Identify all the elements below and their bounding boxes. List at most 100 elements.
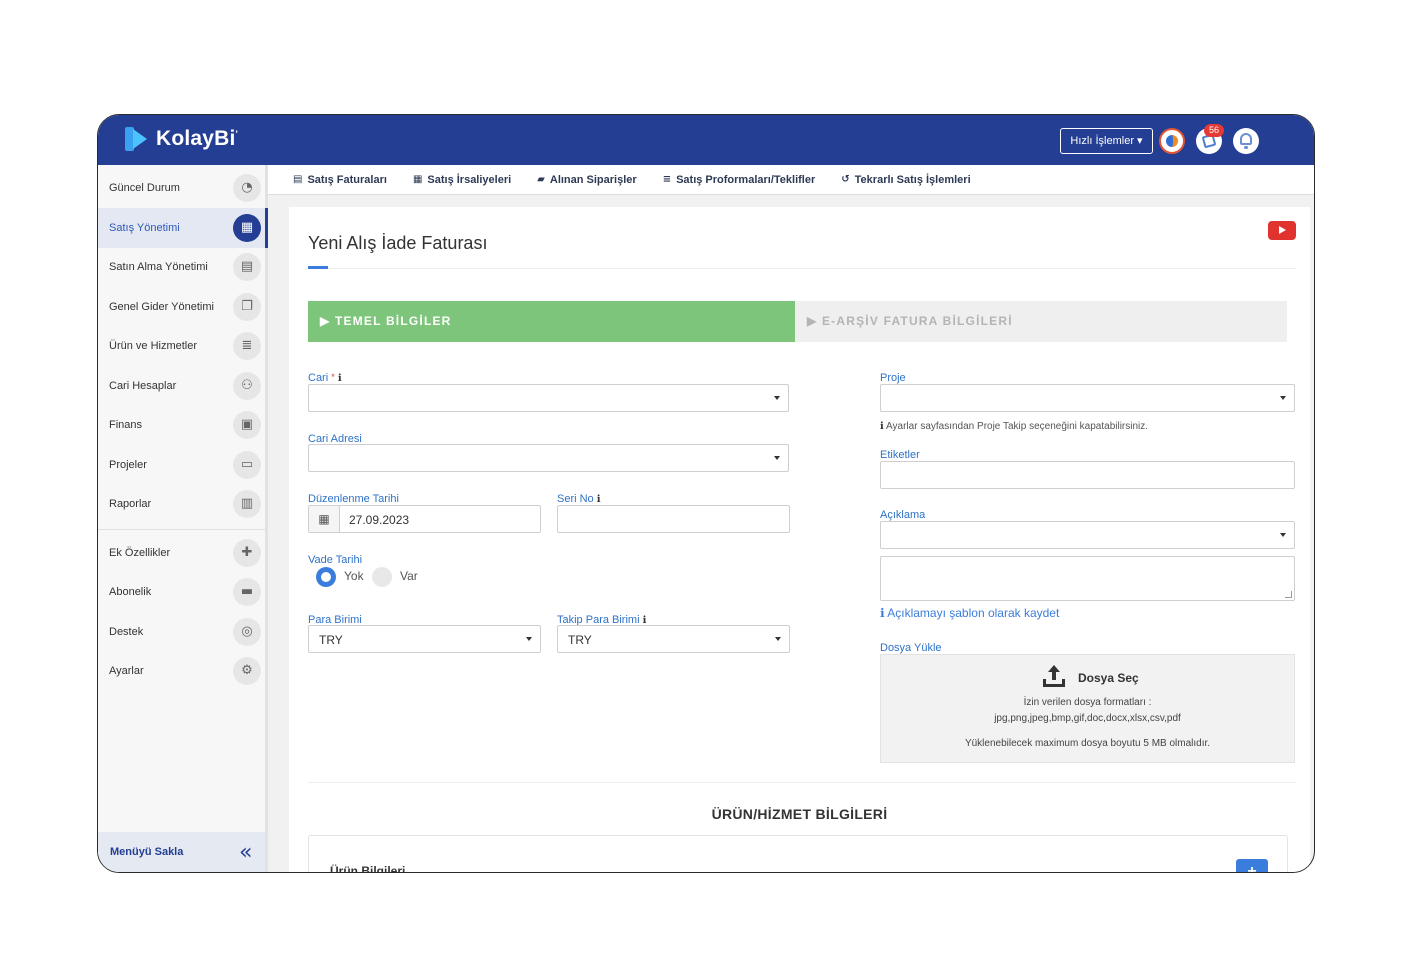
proje-note: ℹ Ayarlar sayfasından Proje Takip seçene… (880, 421, 1148, 432)
save-template-link[interactable]: ℹ Açıklamayı şablon olarak kaydet (880, 606, 1059, 620)
sidebar-item-cari-hesaplar[interactable]: Cari Hesaplar ⚇ (98, 366, 265, 406)
logo-text: KolayBi' (156, 127, 238, 150)
sidebar-item-raporlar[interactable]: Raporlar ▥ (98, 484, 265, 524)
choose-file-button[interactable]: Dosya Seç (1078, 671, 1139, 685)
seri-no-label: Seri No ℹ (557, 493, 601, 505)
product-info-panel: Ürün Bilgileri + (308, 835, 1288, 873)
tab-label: Alınan Siparişler (549, 173, 637, 186)
duzenlenme-tarihi-label: Düzenlenme Tarihi (308, 493, 399, 505)
calculator-icon: ▦ (233, 214, 261, 242)
hide-menu-label: Menüyü Sakla (110, 846, 184, 858)
tab-satis-faturalari[interactable]: ▤ Satış Faturaları (293, 174, 387, 186)
sidebar-item-label: Satış Yönetimi (109, 222, 180, 234)
save-template-text: Açıklamayı şablon olarak kaydet (887, 606, 1060, 620)
document-icon: ▤ (233, 253, 261, 281)
dashboard-icon: ◔ (233, 174, 261, 202)
hide-menu-button[interactable]: Menüyü Sakla « (98, 832, 265, 872)
vade-var-label: Var (400, 569, 418, 583)
sub-navigation-tabs: ▤ Satış Faturaları ▦ Satış İrsaliyeleri … (268, 165, 1314, 195)
seri-no-label-text: Seri No (557, 493, 594, 505)
sidebar-item-label: Raporlar (109, 498, 152, 510)
info-icon: ℹ (880, 606, 885, 620)
bell-icon[interactable] (1233, 128, 1259, 154)
info-icon[interactable]: ℹ (338, 373, 342, 384)
file-upload-dropzone[interactable]: Dosya Seç İzin verilen dosya formatları … (880, 654, 1295, 763)
sidebar-item-abonelik[interactable]: Abonelik ▬ (98, 572, 265, 612)
sidebar-item-label: Ürün ve Hizmetler (109, 340, 198, 352)
youtube-icon[interactable] (1268, 221, 1296, 240)
sidebar-item-ek-ozellikler[interactable]: Ek Özellikler ✚ (98, 533, 265, 573)
sidebar-item-genel-gider[interactable]: Genel Gider Yönetimi ❐ (98, 287, 265, 327)
vade-var-radio[interactable] (372, 567, 392, 587)
seri-no-input[interactable] (557, 505, 790, 533)
duzenlenme-tarihi-input[interactable]: ▦ 27.09.2023 (308, 505, 541, 533)
tab-tekrarli-satis[interactable]: ↺ Tekrarlı Satış İşlemleri (841, 174, 970, 186)
sidebar-divider (98, 529, 265, 530)
waybill-icon: ▦ (412, 174, 423, 185)
product-panel-title: Ürün Bilgileri (330, 864, 406, 873)
proje-select[interactable] (880, 384, 1295, 412)
credit-card-icon: ▬ (233, 578, 261, 606)
aciklama-textarea[interactable] (880, 556, 1295, 601)
folder-icon: ▭ (233, 451, 261, 479)
sidebar-item-label: Finans (109, 419, 143, 431)
caret-down-icon (774, 456, 780, 460)
aciklama-label: Açıklama (880, 509, 926, 521)
add-product-button[interactable]: + (1236, 859, 1268, 872)
sidebar-item-ayarlar[interactable]: Ayarlar ⚙ (98, 651, 265, 691)
sidebar-item-label: Güncel Durum (109, 182, 180, 194)
caret-down-icon (1280, 396, 1286, 400)
required-asterisk: * (331, 372, 335, 382)
sidebar-item-projeler[interactable]: Projeler ▭ (98, 445, 265, 485)
logo-mark-icon (125, 127, 149, 151)
step-temel-bilgiler[interactable]: ▶ TEMEL BİLGİLER (308, 301, 795, 342)
title-divider (308, 268, 1296, 269)
caret-down-icon (526, 637, 532, 641)
max-file-size-note: Yüklenebilecek maximum dosya boyutu 5 MB… (964, 738, 1211, 749)
cari-select[interactable] (308, 384, 789, 412)
list-icon: ≡ (662, 174, 672, 185)
copy-icon: ❐ (233, 293, 261, 321)
truck-icon: ▰ (537, 174, 545, 185)
caret-down-icon (774, 396, 780, 400)
caret-down-icon (775, 637, 781, 641)
para-birimi-value: TRY (319, 633, 343, 647)
calendar-icon[interactable]: ▦ (309, 506, 340, 532)
cari-label-text: Cari (308, 372, 329, 384)
etiketler-input[interactable] (880, 461, 1295, 489)
aciklama-template-select[interactable] (880, 521, 1295, 549)
tab-satis-irsaliyeleri[interactable]: ▦ Satış İrsaliyeleri (413, 174, 511, 186)
tab-satis-proformalari[interactable]: ≡ Satış Proformaları/Teklifler (663, 174, 816, 186)
step-e-arsiv-fatura[interactable]: ▶ E-ARŞİV FATURA BİLGİLERİ (795, 301, 1287, 342)
sidebar-item-label: Satın Alma Yönetimi (109, 261, 208, 273)
sidebar-item-label: Genel Gider Yönetimi (109, 301, 214, 313)
title-accent (308, 266, 328, 269)
app-switch-icon[interactable] (1159, 128, 1185, 154)
sidebar-item-urun-hizmetler[interactable]: Ürün ve Hizmetler ≣ (98, 326, 265, 366)
quick-actions-button[interactable]: Hızlı İşlemler ▾ (1060, 128, 1153, 154)
takip-para-birimi-value: TRY (568, 633, 592, 647)
info-icon: ℹ (880, 421, 884, 432)
vade-yok-radio[interactable] (316, 567, 336, 587)
takip-para-birimi-select[interactable]: TRY (557, 625, 790, 653)
top-navbar: KolayBi' Hızlı İşlemler ▾ 56 (98, 115, 1314, 165)
proje-label: Proje (880, 372, 906, 384)
sidebar-item-destek[interactable]: Destek ◎ (98, 612, 265, 652)
logo[interactable]: KolayBi' (125, 127, 238, 151)
sidebar-item-satin-alma[interactable]: Satın Alma Yönetimi ▤ (98, 247, 265, 287)
etiketler-label: Etiketler (880, 449, 920, 461)
allowed-formats-list: jpg,png,jpeg,bmp,gif,doc,docx,xlsx,csv,p… (994, 713, 1181, 724)
cari-adresi-select[interactable] (308, 444, 789, 472)
upload-icon (1043, 665, 1065, 687)
gears-icon: ⚙ (233, 657, 261, 685)
sidebar-item-satis-yonetimi[interactable]: Satış Yönetimi ▦ (98, 208, 268, 248)
handshake-icon: ⚇ (233, 372, 261, 400)
sidebar-item-guncel-durum[interactable]: Güncel Durum ◔ (98, 168, 265, 208)
allowed-formats-title: İzin verilen dosya formatları : (1023, 697, 1152, 708)
para-birimi-select[interactable]: TRY (308, 625, 541, 653)
info-icon[interactable]: ℹ (597, 494, 601, 505)
tab-label: Satış Proformaları/Teklifler (676, 173, 816, 186)
sidebar-item-finans[interactable]: Finans ▣ (98, 405, 265, 445)
products-section-title: ÜRÜN/HİZMET BİLGİLERİ (711, 806, 888, 822)
tab-alinan-siparisler[interactable]: ▰ Alınan Siparişler (537, 174, 637, 186)
